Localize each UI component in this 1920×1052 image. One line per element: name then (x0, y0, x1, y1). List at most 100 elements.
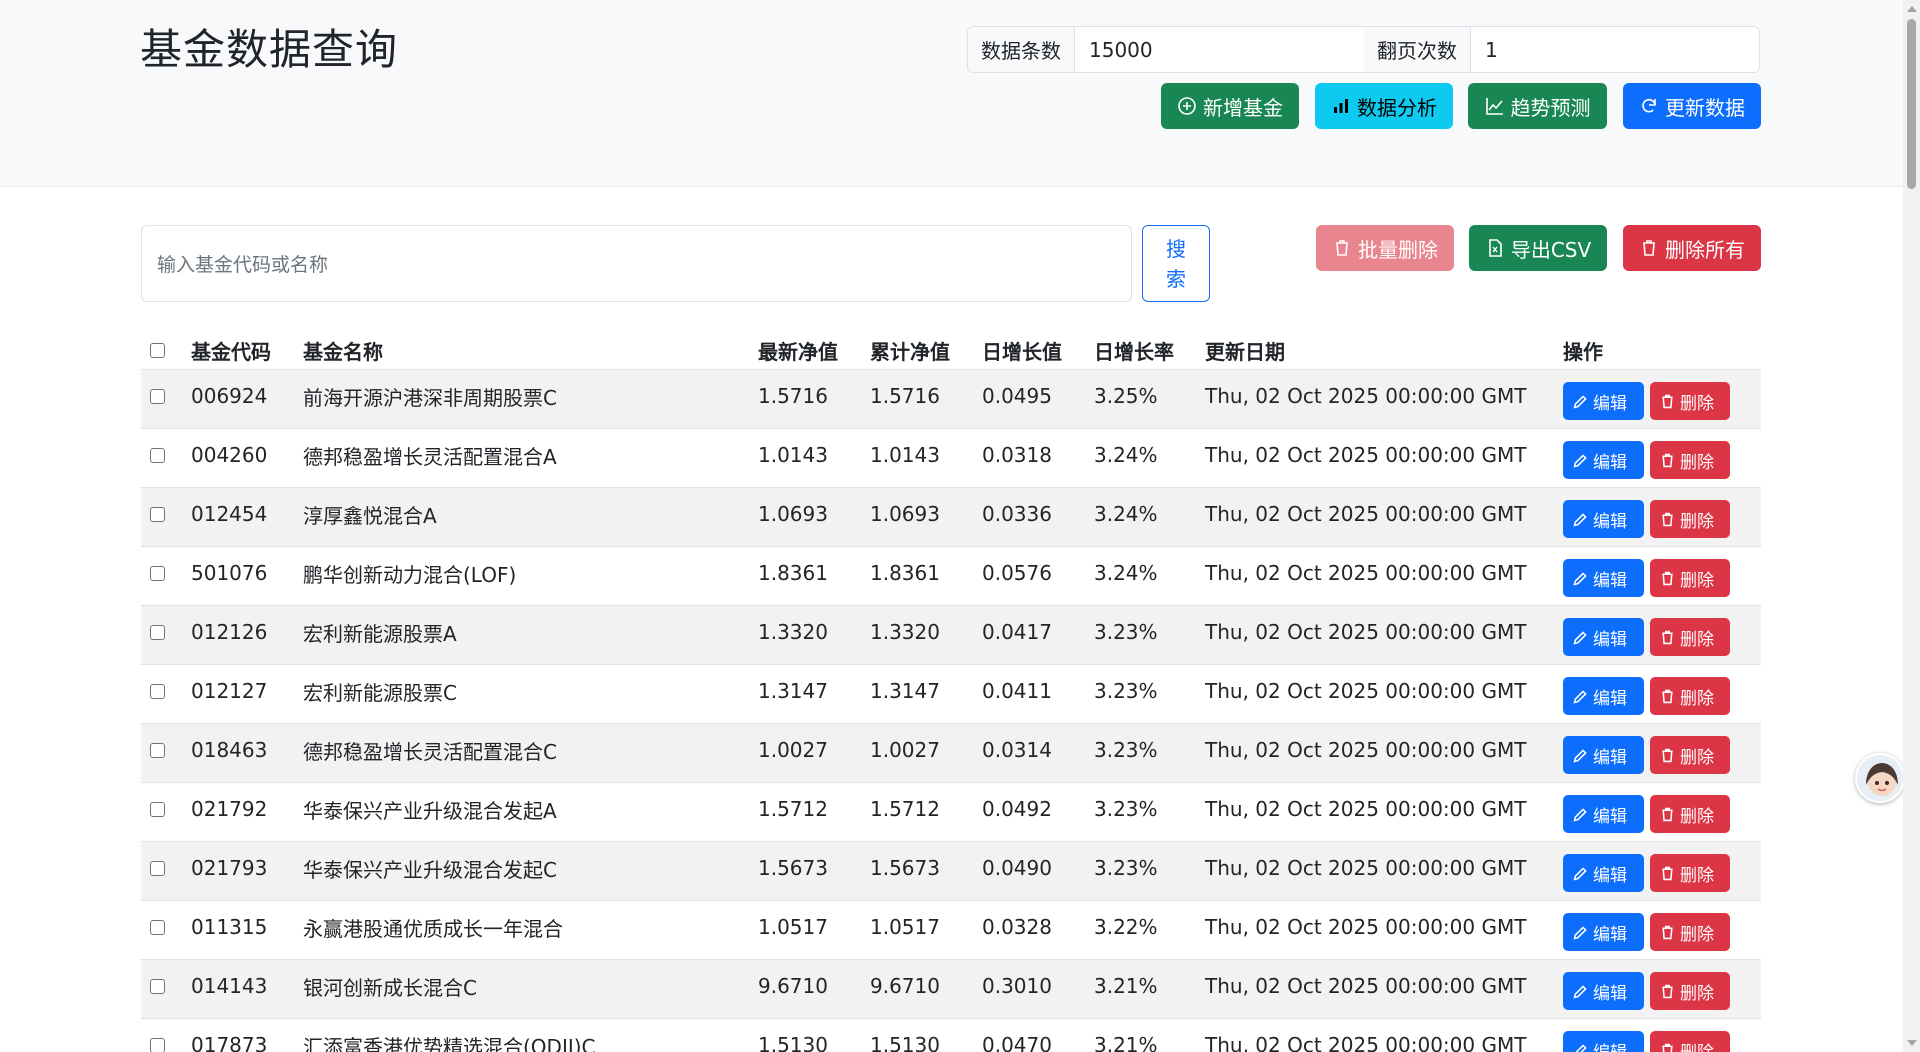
delete-button[interactable]: 删除 (1650, 618, 1730, 656)
edit-label: 编辑 (1593, 570, 1627, 591)
row-checkbox[interactable] (150, 801, 165, 817)
add-fund-label: 新增基金 (1203, 95, 1283, 120)
add-fund-button[interactable]: 新增基金 (1161, 83, 1299, 129)
fund-daily-rate: 3.23% (1094, 797, 1158, 821)
pencil-icon (1573, 689, 1587, 704)
edit-button[interactable]: 编辑 (1563, 441, 1644, 479)
delete-button[interactable]: 删除 (1650, 795, 1730, 833)
fund-name: 淳厚鑫悦混合A (303, 503, 437, 528)
edit-button[interactable]: 编辑 (1563, 500, 1644, 538)
fund-nav: 1.0027 (758, 738, 828, 762)
row-actions: 编辑 删除 (1563, 783, 1730, 841)
pencil-icon (1573, 394, 1587, 409)
header-rate: 日增长率 (1094, 339, 1174, 364)
row-checkbox[interactable] (150, 919, 165, 935)
row-actions: 编辑 删除 (1563, 488, 1730, 546)
fund-code: 501076 (191, 561, 268, 585)
scroll-thumb[interactable] (1907, 19, 1916, 189)
fund-update-date: Thu, 02 Oct 2025 00:00:00 GMT (1205, 974, 1527, 998)
delete-button[interactable]: 删除 (1650, 500, 1730, 538)
edit-button[interactable]: 编辑 (1563, 854, 1644, 892)
fund-acc-nav: 1.0143 (870, 443, 940, 467)
edit-button[interactable]: 编辑 (1563, 618, 1644, 656)
edit-button[interactable]: 编辑 (1563, 677, 1644, 715)
edit-button[interactable]: 编辑 (1563, 736, 1644, 774)
fund-name: 银河创新成长混合C (303, 975, 477, 1000)
row-checkbox[interactable] (150, 447, 165, 463)
refresh-data-button[interactable]: 更新数据 (1623, 83, 1761, 129)
fund-name: 汇添富香港优势精选混合(QDII)C (303, 1034, 596, 1052)
page-count-input[interactable]: 1 (1471, 27, 1759, 72)
row-checkbox[interactable] (150, 860, 165, 876)
row-checkbox[interactable] (150, 978, 165, 994)
row-checkbox[interactable] (150, 1037, 165, 1052)
scroll-up-arrow-icon[interactable] (1907, 6, 1917, 12)
table-row: 501076 鹏华创新动力混合(LOF) 1.8361 1.8361 0.0576 3.2… (141, 547, 1761, 606)
scroll-down-arrow-icon[interactable] (1907, 1040, 1917, 1046)
row-checkbox-cell (150, 488, 165, 546)
plus-circle-icon (1178, 97, 1196, 115)
export-csv-button[interactable]: 导出CSV (1469, 225, 1607, 271)
row-checkbox-cell (150, 606, 165, 664)
fund-code: 021792 (191, 797, 268, 821)
row-checkbox[interactable] (150, 565, 165, 581)
fund-daily-inc: 0.0336 (982, 502, 1052, 526)
row-checkbox[interactable] (150, 742, 165, 758)
edit-button[interactable]: 编辑 (1563, 559, 1644, 597)
delete-label: 删除 (1680, 983, 1714, 1004)
pencil-icon (1574, 1043, 1587, 1052)
row-checkbox[interactable] (150, 388, 165, 404)
row-checkbox[interactable] (150, 506, 165, 522)
fund-daily-rate: 3.21% (1094, 974, 1158, 998)
edit-button[interactable]: 编辑 (1563, 972, 1644, 1010)
data-analysis-button[interactable]: 数据分析 (1315, 83, 1453, 129)
fund-update-date: Thu, 02 Oct 2025 00:00:00 GMT (1205, 679, 1527, 703)
delete-button[interactable]: 删除 (1650, 854, 1730, 892)
delete-label: 删除 (1680, 393, 1714, 414)
delete-button[interactable]: 删除 (1650, 1031, 1730, 1052)
row-checkbox-cell (150, 429, 165, 487)
edit-button[interactable]: 编辑 (1563, 1031, 1644, 1052)
edit-button[interactable]: 编辑 (1563, 382, 1644, 420)
row-checkbox-cell (150, 842, 165, 900)
select-all-checkbox[interactable] (150, 342, 165, 358)
edit-label: 编辑 (1593, 865, 1627, 886)
fund-daily-rate: 3.23% (1094, 856, 1158, 880)
table-row: 021792 华泰保兴产业升级混合发起A 1.5712 1.5712 0.0492 3.2… (141, 783, 1761, 842)
batch-delete-button[interactable]: 批量删除 (1316, 225, 1454, 271)
data-count-input[interactable]: 15000 (1075, 27, 1361, 72)
trash-icon (1662, 630, 1673, 644)
delete-button[interactable]: 删除 (1650, 913, 1730, 951)
search-button[interactable]: 搜索 (1142, 225, 1210, 302)
delete-label: 删除 (1680, 747, 1714, 768)
fund-daily-rate: 3.21% (1094, 1033, 1158, 1052)
fund-acc-nav: 1.8361 (870, 561, 940, 585)
delete-button[interactable]: 删除 (1650, 677, 1730, 715)
row-checkbox[interactable] (150, 683, 165, 699)
row-checkbox[interactable] (150, 624, 165, 640)
fund-acc-nav: 1.0517 (870, 915, 940, 939)
edit-button[interactable]: 编辑 (1563, 795, 1644, 833)
fund-daily-rate: 3.23% (1094, 738, 1158, 762)
row-actions: 编辑 删除 (1563, 842, 1730, 900)
assistant-avatar[interactable] (1855, 753, 1905, 803)
delete-button[interactable]: 删除 (1650, 382, 1730, 420)
fund-daily-rate: 3.24% (1094, 502, 1158, 526)
fund-code: 014143 (191, 974, 268, 998)
search-input[interactable]: 输入基金代码或名称 (141, 225, 1132, 302)
trash-icon (1662, 1043, 1673, 1052)
delete-button[interactable]: 删除 (1650, 559, 1730, 597)
delete-button[interactable]: 删除 (1650, 736, 1730, 774)
delete-button[interactable]: 删除 (1650, 972, 1730, 1010)
header-inc: 日增长值 (982, 339, 1062, 364)
fund-daily-inc: 0.0490 (982, 856, 1052, 880)
delete-all-button[interactable]: 删除所有 (1623, 225, 1761, 271)
trend-forecast-button[interactable]: 趋势预测 (1468, 83, 1607, 129)
data-analysis-label: 数据分析 (1357, 95, 1437, 120)
fund-acc-nav: 1.5130 (870, 1033, 940, 1052)
vertical-scrollbar[interactable] (1903, 0, 1920, 1052)
edit-button[interactable]: 编辑 (1563, 913, 1644, 951)
fund-nav: 1.5712 (758, 797, 828, 821)
delete-button[interactable]: 删除 (1650, 441, 1730, 479)
pencil-icon (1573, 925, 1587, 940)
